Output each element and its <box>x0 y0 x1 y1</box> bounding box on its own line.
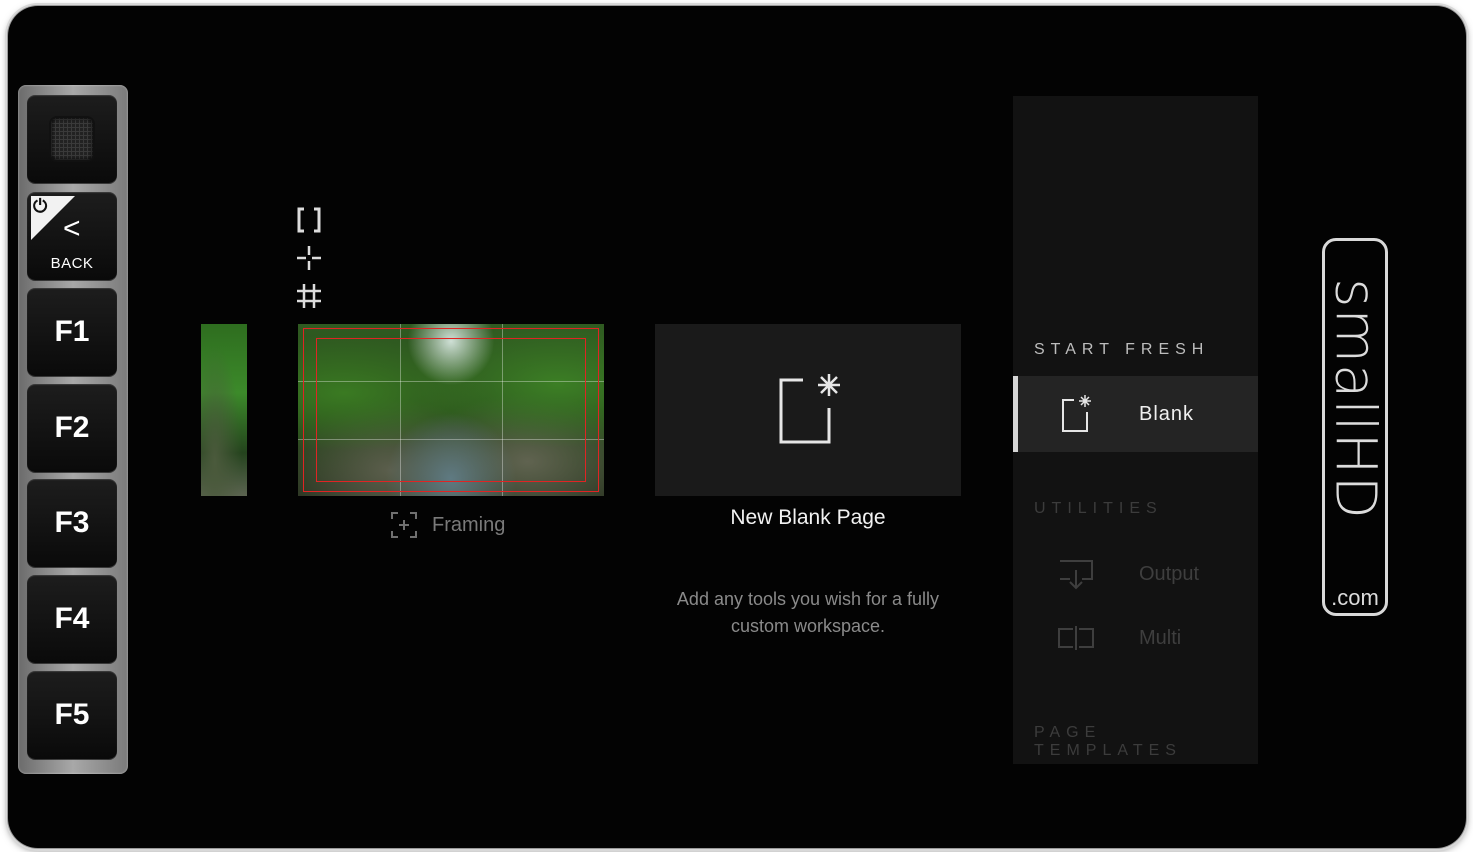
start-fresh-heading: START FRESH <box>1034 341 1210 358</box>
hardware-button-strip: ⏻ < BACK F1 F2 F3 F4 F5 <box>18 85 128 774</box>
f3-button[interactable]: F3 <box>27 479 117 567</box>
joystick-icon <box>51 118 93 160</box>
f4-button[interactable]: F4 <box>27 575 117 663</box>
joystick-button[interactable] <box>27 95 117 183</box>
brand-name: smallHD <box>1322 278 1388 520</box>
blank-page-icon <box>1062 395 1091 432</box>
multi-view-icon <box>1058 626 1094 650</box>
new-blank-page-card[interactable] <box>655 324 961 496</box>
menu-item-multi-label: Multi <box>1139 626 1182 649</box>
new-blank-page-description: Add any tools you wish for a fully custo… <box>676 589 940 636</box>
menu-item-blank-label: Blank <box>1139 402 1195 425</box>
back-button-label: BACK <box>50 255 94 272</box>
frame-guide-inner <box>316 338 586 482</box>
brand-domain: .com <box>1331 585 1379 610</box>
blank-page-icon <box>779 374 840 444</box>
monitor-screen: ⏻ < BACK F1 F2 F3 F4 F5 Framing New Blan… <box>8 6 1466 848</box>
utilities-heading: UTILITIES <box>1034 500 1163 517</box>
menu-item-output-label: Output <box>1139 562 1200 585</box>
back-button[interactable]: ⏻ < BACK <box>27 192 117 280</box>
page-templates-heading: PAGE TEMPLATES <box>1034 724 1182 759</box>
page-menu-panel: START FRESH Blank UTILITIES Output Multi… <box>1013 96 1258 764</box>
previous-page-thumbnail[interactable] <box>201 324 247 496</box>
power-icon: ⏻ <box>33 196 48 216</box>
new-blank-page-title: New Blank Page <box>730 506 886 529</box>
framing-page-thumbnail[interactable] <box>298 324 604 496</box>
grid-icon <box>297 284 321 308</box>
overlay-icon-column <box>295 206 325 320</box>
f2-button[interactable]: F2 <box>27 384 117 472</box>
menu-item-blank[interactable]: Blank <box>1013 376 1258 452</box>
menu-item-multi[interactable]: Multi <box>1013 600 1258 676</box>
framing-page-label: Framing <box>390 511 505 539</box>
f1-button[interactable]: F1 <box>27 288 117 376</box>
bracket-icon <box>297 207 321 233</box>
output-icon <box>1060 560 1093 590</box>
f5-button[interactable]: F5 <box>27 671 117 759</box>
framing-icon <box>391 512 417 538</box>
chevron-left-icon: < <box>63 212 81 245</box>
crosshair-icon <box>297 246 321 270</box>
smallhd-logo: smallHD .com <box>1322 238 1388 616</box>
framing-label-text: Framing <box>432 513 506 536</box>
